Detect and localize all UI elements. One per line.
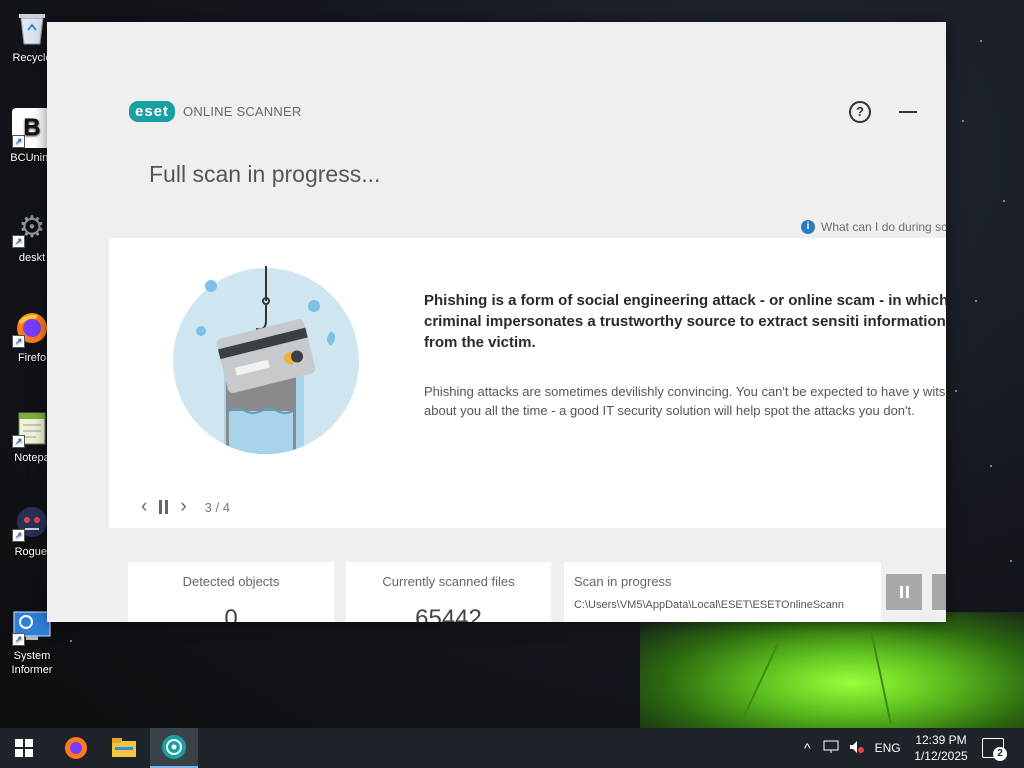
windows-start-icon[interactable] (0, 728, 48, 768)
desktop-icon-label: Notepa (14, 452, 50, 464)
desktop-icon-label: Firefo (17, 352, 47, 364)
scan-current-path: C:\Users\VM5\AppData\Local\ESET\ESETOnli… (574, 599, 845, 611)
desktop-icon-label: Roguel (14, 546, 50, 558)
pause-scan-button[interactable] (886, 574, 922, 610)
tip-counter: 3 / 4 (204, 499, 230, 515)
clock[interactable]: 12:39 PM 1/12/2025 (912, 732, 970, 764)
language-indicator[interactable]: ENG (875, 741, 901, 755)
detected-objects-value: 0 (224, 605, 238, 622)
star (980, 40, 982, 42)
what-can-i-do-link[interactable]: What can I do during sc (821, 220, 946, 234)
bcuninstaller-icon: B ↗ (12, 108, 52, 148)
tip-body: Phishing attacks are sometimes devilishl… (424, 384, 946, 418)
tent-glow (640, 612, 1024, 730)
tip-headline: Phishing is a form of social engineering… (424, 292, 946, 351)
page-title: Full scan in progress... (149, 161, 381, 187)
desktop-icon-label: deskt (18, 252, 46, 264)
eset-logo: eset (129, 101, 176, 122)
scan-progress-card: Scan in progress C:\Users\VM5\AppData\Lo… (564, 562, 881, 622)
detected-objects-card: Detected objects 0 (128, 562, 334, 622)
scanned-files-label: Currently scanned files (382, 574, 515, 589)
star (70, 640, 72, 642)
eset-scanner-taskbar-icon[interactable] (150, 728, 198, 768)
taskbar-firefox-icon[interactable] (52, 728, 100, 768)
desktop-icon-label: System Informer (11, 650, 53, 676)
roguekiller-icon: ↗ (12, 502, 52, 542)
tip-panel: Phishing is a form of social engineering… (109, 238, 946, 528)
phishing-illustration-icon (171, 266, 361, 461)
star (975, 300, 977, 302)
chevron-up-icon[interactable]: ^ (804, 740, 811, 756)
shortcut-arrow-icon: ↗ (12, 135, 25, 148)
help-link-row[interactable]: i What can I do during sc (801, 220, 946, 234)
pause-icon[interactable] (159, 500, 169, 514)
info-icon: i (801, 220, 815, 234)
shortcut-arrow-icon: ↗ (12, 335, 25, 348)
recycle-bin-icon (12, 8, 52, 48)
star (955, 390, 957, 392)
clock-time: 12:39 PM (915, 733, 967, 747)
system-tray: ^ ENG (804, 728, 901, 768)
help-button[interactable]: ? (849, 101, 871, 123)
scan-progress-label: Scan in progress (574, 574, 672, 589)
shortcut-arrow-icon: ↗ (12, 529, 25, 542)
detected-objects-label: Detected objects (182, 574, 280, 589)
star (1010, 560, 1012, 562)
eset-online-scanner-window[interactable]: eset ONLINE SCANNER ? Full scan in progr… (47, 22, 946, 622)
taskbar: ^ ENG 12:39 PM 1/12/2025 2 (0, 728, 1024, 768)
file-explorer-icon[interactable] (100, 728, 148, 768)
desktop-icon-label: Recycle (12, 52, 52, 64)
notepad-icon: ↗ (12, 408, 52, 448)
scanned-files-card: Currently scanned files 65442 (346, 562, 551, 622)
star (1003, 200, 1005, 202)
tip-carousel-controls: ‹ › 3 / 4 (141, 496, 230, 518)
chevron-left-icon[interactable]: ‹ (141, 496, 147, 518)
shortcut-arrow-icon: ↗ (12, 435, 25, 448)
star (962, 120, 964, 122)
app-content: eset ONLINE SCANNER ? Full scan in progr… (109, 89, 946, 622)
shortcut-arrow-icon: ↗ (12, 633, 25, 646)
star (990, 465, 992, 467)
firefox-icon: ↗ (12, 308, 52, 348)
stop-scan-button[interactable] (932, 574, 946, 610)
notification-count-badge: 2 (993, 747, 1007, 761)
chevron-right-icon[interactable]: › (180, 496, 186, 518)
product-name: ONLINE SCANNER (183, 104, 302, 119)
settings-gear-icon: ⚙ ↗ (12, 208, 52, 248)
system-informer-icon: ↗ (12, 606, 52, 646)
network-icon[interactable] (823, 740, 839, 757)
shortcut-arrow-icon: ↗ (12, 235, 25, 248)
brand: eset ONLINE SCANNER (129, 101, 301, 122)
scanned-files-value: 65442 (415, 605, 482, 622)
minimize-button[interactable] (899, 111, 917, 113)
clock-date: 1/12/2025 (914, 749, 968, 763)
volume-muted-icon[interactable] (849, 740, 865, 757)
